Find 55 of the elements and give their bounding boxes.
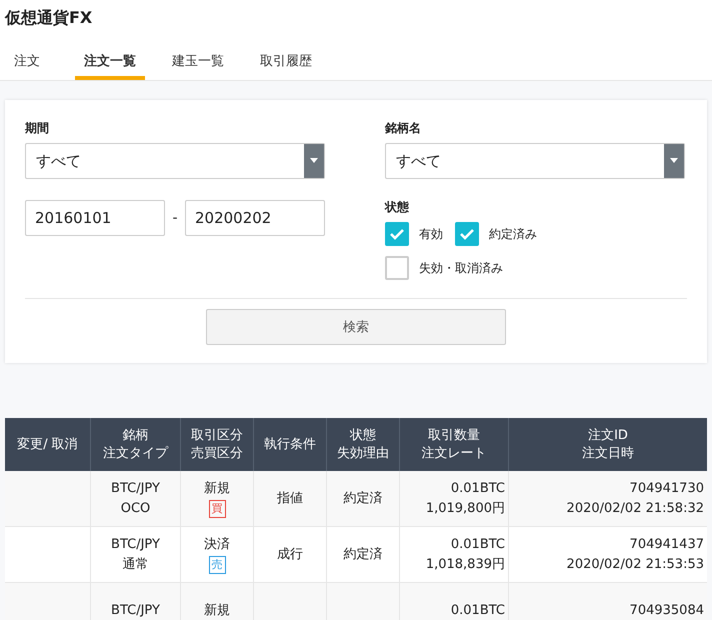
trade-type-text: 新規 bbox=[203, 602, 231, 620]
rate-text: 1,019,800円 bbox=[424, 500, 505, 518]
order-type-text: 通常 bbox=[122, 556, 150, 574]
order-id-text: 704941437 bbox=[628, 536, 704, 554]
app-title: 仮想通貨FX bbox=[4, 7, 94, 29]
status-text: 約定済 bbox=[342, 546, 384, 564]
field-label: 期間 bbox=[25, 120, 49, 137]
tab[interactable]: 取引履歴 bbox=[251, 52, 321, 80]
checkbox[interactable] bbox=[385, 256, 409, 280]
checkbox[interactable] bbox=[455, 222, 479, 246]
dropdown-arrow-icon bbox=[670, 158, 678, 164]
search-button[interactable]: 検索 bbox=[206, 309, 506, 345]
side-badge: 買 bbox=[208, 500, 226, 518]
checkbox[interactable] bbox=[385, 222, 409, 246]
condition-text: 指値 bbox=[276, 490, 304, 508]
column-header: 銘柄 注文タイプ bbox=[90, 418, 180, 471]
order-id-text: 704935084 bbox=[628, 602, 704, 620]
quantity-text: 0.01BTC bbox=[450, 536, 505, 554]
condition-text: 成行 bbox=[276, 546, 304, 564]
order-type-text: OCO bbox=[120, 500, 152, 518]
field-label: 状態 bbox=[385, 199, 409, 216]
column-header: 取引数量 注文レート bbox=[400, 418, 508, 471]
tab[interactable]: 注文一覧 bbox=[75, 52, 145, 80]
symbol-select[interactable]: すべて bbox=[385, 143, 685, 179]
order-id-text: 704941730 bbox=[628, 480, 704, 498]
column-header: 状態 失効理由 bbox=[326, 418, 400, 471]
status-text: 約定済 bbox=[342, 490, 384, 508]
column-header: 注文ID 注文日時 bbox=[508, 418, 707, 471]
column-header: 変更/ 取消 bbox=[5, 418, 90, 471]
field-label: 銘柄名 bbox=[385, 120, 421, 137]
dropdown-arrow-icon bbox=[310, 158, 318, 164]
tab[interactable]: 注文 bbox=[5, 52, 49, 80]
tab[interactable]: 建玉一覧 bbox=[163, 52, 233, 80]
checkbox-label: 有効 bbox=[419, 226, 443, 242]
datetime-text: 2020/02/02 21:53:53 bbox=[566, 556, 704, 574]
symbol-text: BTC/JPY bbox=[110, 602, 161, 620]
column-header: 執行条件 bbox=[254, 418, 326, 471]
check-icon bbox=[389, 226, 405, 242]
trade-type-text: 決済 bbox=[203, 536, 231, 554]
quantity-text: 0.01BTC bbox=[450, 480, 505, 498]
date-to-field[interactable]: 20200202 bbox=[185, 200, 325, 236]
date-separator: - bbox=[171, 210, 179, 226]
date-from-field[interactable]: 20160101 bbox=[25, 200, 165, 236]
quantity-text: 0.01BTC bbox=[450, 602, 505, 620]
rate-text: 1,018,839円 bbox=[424, 556, 505, 574]
trade-type-text: 新規 bbox=[203, 480, 231, 498]
checkbox-label: 失効・取消済み bbox=[419, 260, 503, 276]
datetime-text: 2020/02/02 21:58:32 bbox=[566, 500, 704, 518]
symbol-text: BTC/JPY bbox=[110, 536, 161, 554]
check-icon bbox=[459, 226, 475, 242]
side-badge: 売 bbox=[208, 556, 226, 574]
symbol-text: BTC/JPY bbox=[110, 480, 161, 498]
period-select[interactable]: すべて bbox=[25, 143, 325, 179]
column-header: 取引区分 売買区分 bbox=[180, 418, 254, 471]
checkbox-label: 約定済み bbox=[489, 226, 537, 242]
